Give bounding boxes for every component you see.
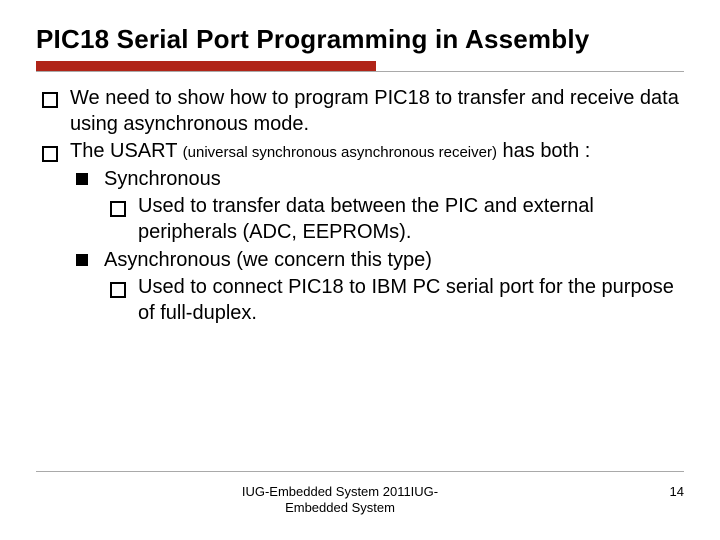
bullet-2-text-c: has both : (497, 140, 590, 162)
bullet-1-text: We need to show how to program PIC18 to … (70, 87, 679, 135)
slide-title: PIC18 Serial Port Programming in Assembl… (36, 24, 684, 55)
bullet-2-1-text: Synchronous (104, 168, 221, 190)
content: We need to show how to program PIC18 to … (36, 86, 684, 326)
footer-center: IUG-Embedded System 2011IUG- Embedded Sy… (36, 484, 644, 517)
bullet-2-2-1: Used to connect PIC18 to IBM PC serial p… (104, 275, 684, 326)
bullet-2-2: Asynchronous (we concern this type) Used… (70, 248, 684, 327)
bullet-2-2-1-text: Used to connect PIC18 to IBM PC serial p… (138, 276, 674, 324)
page-number: 14 (644, 484, 684, 517)
footer-center-line2: Embedded System (285, 500, 395, 515)
bullet-2-2-text: Asynchronous (we concern this type) (104, 249, 432, 271)
footer-row: IUG-Embedded System 2011IUG- Embedded Sy… (36, 484, 684, 517)
bullet-1: We need to show how to program PIC18 to … (36, 86, 684, 137)
bullet-2-1-1: Used to transfer data between the PIC an… (104, 194, 684, 245)
footer: IUG-Embedded System 2011IUG- Embedded Sy… (36, 471, 684, 517)
bullet-2-1: Synchronous Used to transfer data betwee… (70, 167, 684, 246)
bullet-2-1-1-text: Used to transfer data between the PIC an… (138, 195, 594, 243)
footer-rule (36, 471, 684, 472)
footer-center-line1: IUG-Embedded System 2011IUG- (242, 484, 438, 499)
title-underline-thin (36, 71, 684, 72)
bullet-2: The USART (universal synchronous asynchr… (36, 139, 684, 326)
title-underline-thick (36, 61, 376, 71)
slide: PIC18 Serial Port Programming in Assembl… (0, 0, 720, 540)
open-square-icon (42, 92, 58, 108)
bullet-2-text-b: (universal synchronous asynchronous rece… (183, 144, 497, 161)
solid-square-icon (76, 254, 88, 266)
solid-square-icon (76, 173, 88, 185)
open-square-icon (110, 201, 126, 217)
open-square-icon (42, 146, 58, 162)
open-square-icon (110, 282, 126, 298)
bullet-2-text-a: The USART (70, 140, 183, 162)
